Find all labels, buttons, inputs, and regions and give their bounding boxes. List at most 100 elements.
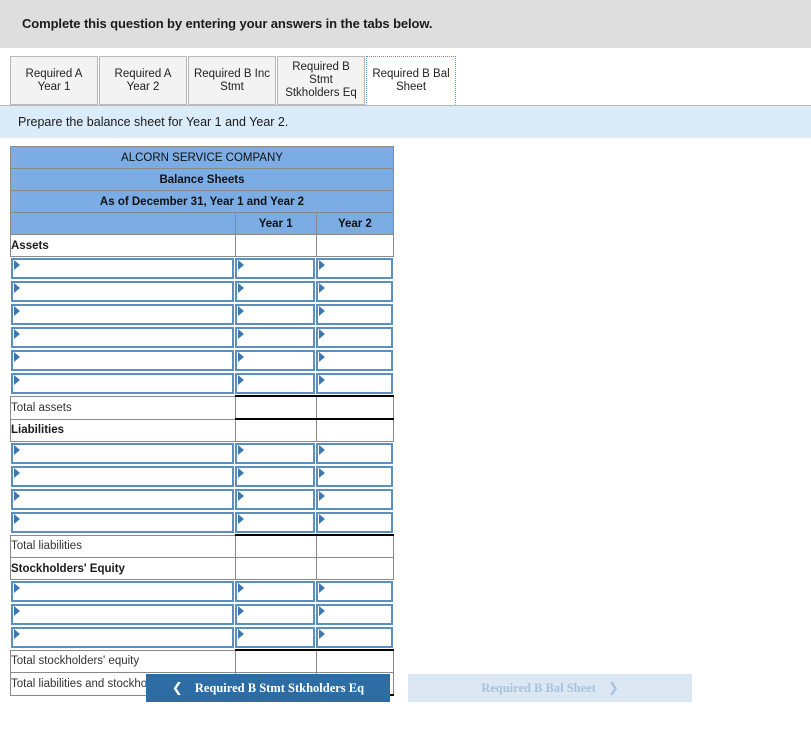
account-name-input-box[interactable] <box>10 512 234 534</box>
account-name-input[interactable] <box>21 583 230 602</box>
dropdown-triangle-icon[interactable] <box>238 445 245 455</box>
year1-amount-input-box[interactable] <box>235 443 316 464</box>
dropdown-triangle-icon[interactable] <box>319 583 326 593</box>
next-tab-button[interactable]: Required B Bal Sheet ❯ <box>408 674 692 702</box>
year2-amount-input-box[interactable] <box>316 581 394 602</box>
dropdown-triangle-icon[interactable] <box>319 260 326 270</box>
account-name-input[interactable] <box>21 468 230 487</box>
dropdown-triangle-icon[interactable] <box>13 306 20 316</box>
year2-amount-input[interactable] <box>327 468 390 487</box>
account-name-input-box[interactable] <box>10 466 234 487</box>
year2-amount-input-box[interactable] <box>316 489 394 510</box>
year2-amount-input-box[interactable] <box>316 466 394 487</box>
prev-tab-button[interactable]: ❮ Required B Stmt Stkholders Eq <box>146 674 390 702</box>
dropdown-triangle-icon[interactable] <box>238 352 245 362</box>
year2-amount-input-box[interactable] <box>316 350 394 371</box>
year2-amount-input[interactable] <box>327 514 390 533</box>
year1-amount-input[interactable] <box>246 491 312 510</box>
year2-amount-input[interactable] <box>327 629 390 648</box>
account-name-input-box[interactable] <box>10 327 234 348</box>
year2-amount-input-box[interactable] <box>316 327 394 348</box>
year2-amount-input[interactable] <box>327 352 390 371</box>
year1-amount-input-box[interactable] <box>235 281 316 302</box>
year2-amount-input-box[interactable] <box>316 512 394 533</box>
dropdown-triangle-icon[interactable] <box>238 514 245 524</box>
year2-amount-input[interactable] <box>327 375 390 394</box>
year1-amount-input[interactable] <box>246 283 312 302</box>
account-name-input-box[interactable] <box>10 604 234 625</box>
tab-required-a-year-2[interactable]: Required A Year 2 <box>99 56 187 105</box>
dropdown-triangle-icon[interactable] <box>13 283 20 293</box>
account-name-input-box[interactable] <box>10 627 234 649</box>
dropdown-triangle-icon[interactable] <box>319 629 326 639</box>
dropdown-triangle-icon[interactable] <box>13 491 20 501</box>
year1-amount-input-box[interactable] <box>235 489 316 510</box>
account-name-input[interactable] <box>21 606 230 625</box>
year1-amount-input[interactable] <box>246 375 312 394</box>
dropdown-triangle-icon[interactable] <box>238 306 245 316</box>
dropdown-triangle-icon[interactable] <box>238 283 245 293</box>
dropdown-triangle-icon[interactable] <box>319 283 326 293</box>
year1-amount-input-box[interactable] <box>235 350 316 371</box>
account-name-input-box[interactable] <box>10 373 234 395</box>
dropdown-triangle-icon[interactable] <box>13 606 20 616</box>
account-name-input[interactable] <box>21 352 230 371</box>
dropdown-triangle-icon[interactable] <box>238 260 245 270</box>
dropdown-triangle-icon[interactable] <box>238 583 245 593</box>
dropdown-triangle-icon[interactable] <box>13 583 20 593</box>
dropdown-triangle-icon[interactable] <box>13 629 20 640</box>
account-name-input-box[interactable] <box>10 350 234 371</box>
account-name-input[interactable] <box>21 283 230 302</box>
year2-amount-input-box[interactable] <box>316 604 394 625</box>
dropdown-triangle-icon[interactable] <box>319 468 326 478</box>
dropdown-triangle-icon[interactable] <box>13 445 20 455</box>
year2-amount-input[interactable] <box>327 306 390 325</box>
dropdown-triangle-icon[interactable] <box>319 375 326 385</box>
year1-amount-input[interactable] <box>246 468 312 487</box>
year2-amount-input-box[interactable] <box>316 258 394 279</box>
year2-amount-input-box[interactable] <box>316 304 394 325</box>
dropdown-triangle-icon[interactable] <box>238 629 245 639</box>
year2-amount-input[interactable] <box>327 491 390 510</box>
year2-amount-input-box[interactable] <box>316 373 394 394</box>
account-name-input-box[interactable] <box>10 304 234 325</box>
dropdown-triangle-icon[interactable] <box>319 606 326 616</box>
year2-amount-input-box[interactable] <box>316 627 394 648</box>
dropdown-triangle-icon[interactable] <box>13 375 20 386</box>
year2-amount-input[interactable] <box>327 445 390 464</box>
dropdown-triangle-icon[interactable] <box>319 306 326 316</box>
tab-required-b-stmt-stkholders-eq[interactable]: Required B Stmt Stkholders Eq <box>277 56 365 105</box>
year1-amount-input-box[interactable] <box>235 604 316 625</box>
year1-amount-input-box[interactable] <box>235 581 316 602</box>
year2-amount-input[interactable] <box>327 606 390 625</box>
year1-amount-input[interactable] <box>246 514 312 533</box>
year1-amount-input[interactable] <box>246 583 312 602</box>
dropdown-triangle-icon[interactable] <box>319 329 326 339</box>
year1-amount-input[interactable] <box>246 260 312 279</box>
dropdown-triangle-icon[interactable] <box>13 329 20 339</box>
dropdown-triangle-icon[interactable] <box>238 491 245 501</box>
year1-amount-input-box[interactable] <box>235 466 316 487</box>
dropdown-triangle-icon[interactable] <box>238 375 245 385</box>
dropdown-triangle-icon[interactable] <box>13 352 20 362</box>
year1-amount-input[interactable] <box>246 629 312 648</box>
year1-amount-input-box[interactable] <box>235 304 316 325</box>
dropdown-triangle-icon[interactable] <box>319 445 326 455</box>
year1-amount-input-box[interactable] <box>235 327 316 348</box>
dropdown-triangle-icon[interactable] <box>13 468 20 478</box>
account-name-input[interactable] <box>21 629 230 649</box>
year1-amount-input-box[interactable] <box>235 512 316 533</box>
account-name-input[interactable] <box>21 260 230 279</box>
dropdown-triangle-icon[interactable] <box>13 260 20 270</box>
account-name-input-box[interactable] <box>10 581 234 602</box>
dropdown-triangle-icon[interactable] <box>319 352 326 362</box>
account-name-input[interactable] <box>21 375 230 395</box>
account-name-input-box[interactable] <box>10 258 234 279</box>
dropdown-triangle-icon[interactable] <box>319 491 326 501</box>
year2-amount-input-box[interactable] <box>316 281 394 302</box>
year1-amount-input[interactable] <box>246 606 312 625</box>
dropdown-triangle-icon[interactable] <box>238 329 245 339</box>
account-name-input[interactable] <box>21 491 230 510</box>
tab-required-b-inc-stmt[interactable]: Required B Inc Stmt <box>188 56 276 105</box>
year2-amount-input[interactable] <box>327 329 390 348</box>
